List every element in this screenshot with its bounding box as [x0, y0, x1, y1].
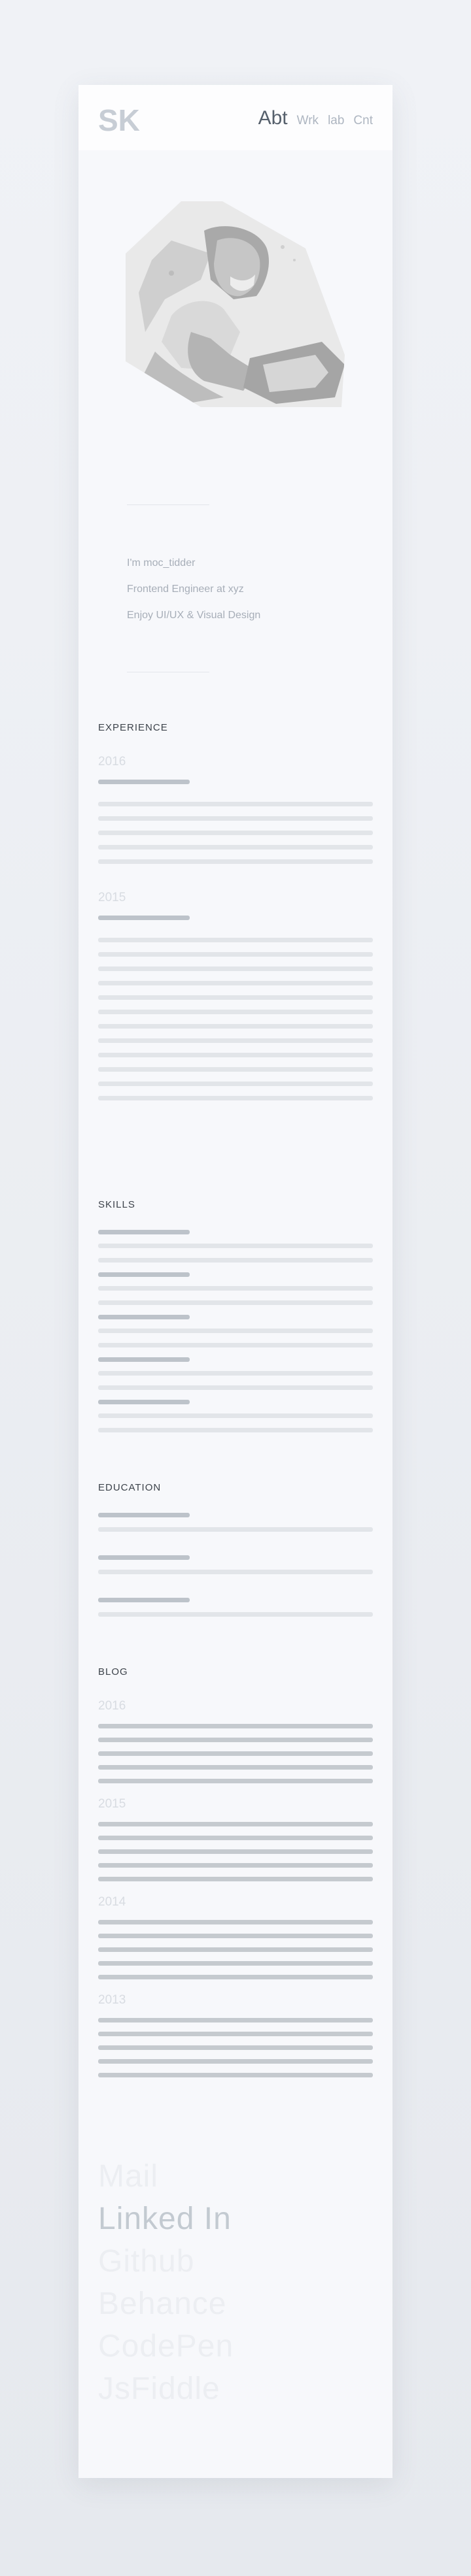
blog-post-line[interactable]	[98, 1961, 373, 1966]
placeholder-bar	[98, 1038, 373, 1043]
site-header: SK Abt Wrk lab Cnt	[78, 85, 392, 150]
placeholder-bar	[98, 1096, 373, 1100]
placeholder-bar	[98, 938, 373, 942]
placeholder-bar	[98, 1428, 373, 1432]
blog-post-line[interactable]	[98, 1836, 373, 1840]
link-linkedin[interactable]: Linked In	[98, 2198, 234, 2240]
link-behance[interactable]: Behance	[98, 2283, 234, 2325]
placeholder-bar	[98, 981, 373, 985]
nav-work[interactable]: Wrk	[297, 114, 319, 128]
placeholder-bar	[98, 1286, 373, 1291]
placeholder-bar	[98, 1082, 373, 1086]
link-codepen[interactable]: CodePen	[98, 2325, 234, 2368]
placeholder-bar	[98, 952, 373, 957]
placeholder-bar	[98, 816, 373, 821]
placeholder-bar	[98, 845, 373, 850]
education-heading: EDUCATION	[98, 1482, 162, 1493]
placeholder-bar	[98, 1527, 373, 1532]
placeholder-bar	[98, 1357, 190, 1362]
nav-lab[interactable]: lab	[328, 114, 344, 128]
placeholder-bar	[98, 1555, 190, 1560]
placeholder-bar	[98, 1570, 373, 1574]
main-nav: Abt Wrk lab Cnt	[249, 107, 373, 129]
blog-post-line[interactable]	[98, 1975, 373, 1979]
blog-post-line[interactable]	[98, 2032, 373, 2036]
placeholder-bar	[98, 831, 373, 835]
placeholder-bar	[98, 1371, 373, 1376]
sk-logo[interactable]: SK	[98, 103, 143, 135]
placeholder-bar	[98, 1300, 373, 1305]
placeholder-bar	[98, 995, 373, 1000]
blog-year: 2013	[98, 1993, 126, 2007]
nav-contact[interactable]: Cnt	[353, 114, 373, 128]
placeholder-bar	[98, 1244, 373, 1248]
blog-year: 2014	[98, 1895, 126, 1909]
blog-post-line[interactable]	[98, 1724, 373, 1728]
placeholder-bar	[98, 1258, 373, 1263]
placeholder-bar	[98, 1315, 190, 1319]
placeholder-bar	[98, 1230, 190, 1234]
blog-post-line[interactable]	[98, 2073, 373, 2077]
placeholder-bar	[98, 1053, 373, 1057]
blog-post-line[interactable]	[98, 1779, 373, 1783]
blog-post-line[interactable]	[98, 2045, 373, 2050]
placeholder-bar	[98, 1513, 190, 1517]
placeholder-bar	[98, 1067, 373, 1072]
blog-post-line[interactable]	[98, 2018, 373, 2023]
blog-heading: BLOG	[98, 1666, 128, 1677]
placeholder-bar	[98, 1010, 373, 1014]
placeholder-bar	[98, 1413, 373, 1418]
placeholder-bar	[98, 1272, 190, 1277]
blog-post-line[interactable]	[98, 1765, 373, 1770]
placeholder-bar	[98, 1024, 373, 1029]
placeholder-bar	[98, 1385, 373, 1390]
blog-post-line[interactable]	[98, 2059, 373, 2064]
svg-text:SK: SK	[98, 103, 140, 135]
placeholder-bar	[98, 1343, 373, 1347]
intro-line-role: Frontend Engineer at xyz	[127, 584, 244, 595]
blog-year: 2016	[98, 1699, 126, 1713]
placeholder-bar	[98, 1329, 373, 1333]
profile-photo	[126, 201, 345, 407]
placeholder-bar	[98, 780, 190, 784]
intro-text: I'm moc_tidder Frontend Engineer at xyz …	[127, 557, 260, 636]
placeholder-bar	[98, 966, 373, 971]
placeholder-bar	[98, 859, 373, 864]
blog-post-line[interactable]	[98, 1877, 373, 1881]
divider-top	[127, 504, 209, 505]
blog-post-line[interactable]	[98, 1751, 373, 1756]
blog-post-line[interactable]	[98, 1934, 373, 1938]
blog-post-line[interactable]	[98, 1920, 373, 1924]
contact-links: Mail Linked In Github Behance CodePen Js…	[98, 2155, 234, 2410]
placeholder-bar	[98, 1598, 190, 1602]
placeholder-bar	[98, 916, 190, 920]
blog-post-line[interactable]	[98, 1822, 373, 1826]
blog-post-line[interactable]	[98, 1863, 373, 1868]
placeholder-bar	[98, 1400, 190, 1404]
experience-heading: EXPERIENCE	[98, 722, 168, 733]
blog-post-line[interactable]	[98, 1947, 373, 1952]
blog-post-line[interactable]	[98, 1738, 373, 1742]
experience-year: 2015	[98, 891, 126, 904]
intro-line-interest: Enjoy UI/UX & Visual Design	[127, 610, 261, 621]
link-jsfiddle[interactable]: JsFiddle	[98, 2368, 234, 2410]
blog-year: 2015	[98, 1797, 126, 1811]
link-github[interactable]: Github	[98, 2240, 234, 2283]
skills-heading: SKILLS	[98, 1199, 135, 1210]
profile-card: SK Abt Wrk lab Cnt I'm moc_tidder Fronte…	[78, 85, 392, 2478]
experience-year: 2016	[98, 755, 126, 768]
blog-post-line[interactable]	[98, 1849, 373, 1854]
intro-line-name: I'm moc_tidder	[127, 557, 196, 569]
placeholder-bar	[98, 802, 373, 806]
link-mail[interactable]: Mail	[98, 2155, 234, 2198]
nav-about[interactable]: Abt	[258, 107, 288, 129]
placeholder-bar	[98, 1612, 373, 1617]
